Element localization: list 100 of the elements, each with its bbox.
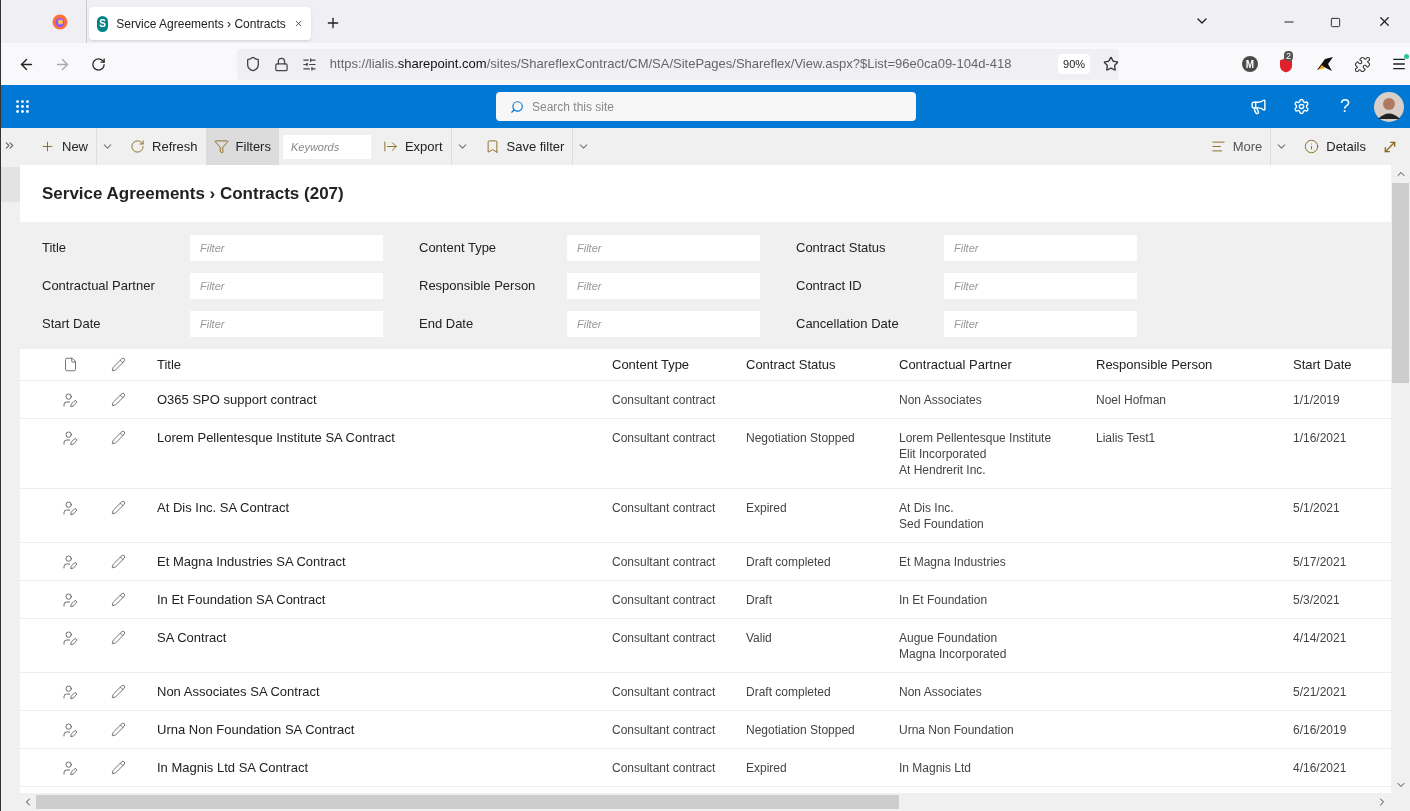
extension-icon[interactable] (1354, 55, 1371, 73)
filter-field[interactable]: Filter (944, 235, 1137, 261)
pencil-icon[interactable] (111, 760, 126, 775)
command-button[interactable]: Export (374, 128, 451, 165)
command-button[interactable]: Filters (205, 128, 279, 165)
menu-icon[interactable] (1391, 56, 1407, 72)
extension-icon[interactable]: M (1242, 56, 1258, 72)
filter-field[interactable]: Filter (190, 235, 383, 261)
table-cell-text: Sed Foundation (899, 516, 985, 532)
url-text: https://lialis.sharepoint.com/sites/ShareflexContract/CM/SA/SitePages/Shareflex/View.aspx?$List=96e0ca09-104d-418 (329, 55, 1013, 74)
reload-icon[interactable] (91, 56, 106, 72)
table-row[interactable]: Lorem Pellentesque Institute SA Contract Consultant contract Negotiation Stopped Lorem Pellentesque Institute Elit Incorporated At Hendrerit Inc. Lialis Test1 1/16/2021 (20, 419, 1391, 489)
user-pen-icon[interactable] (62, 500, 78, 516)
filter-label: Responsible Person (418, 277, 537, 296)
table-cell: Draft completed (746, 555, 831, 569)
pencil-icon[interactable] (111, 684, 126, 699)
expand-nav-icon[interactable] (3, 139, 16, 152)
filter-field[interactable]: Filter (944, 311, 1137, 337)
pencil-icon[interactable] (111, 392, 126, 407)
column-header[interactable]: Content Type (600, 354, 734, 375)
filter-label: Start Date (42, 315, 102, 334)
maximize-icon[interactable] (1330, 17, 1341, 28)
table-cell-text: Non Associates (899, 684, 983, 700)
table-cell-text: 4/14/2021 (1292, 630, 1348, 647)
table-row[interactable]: Et Magna Industries SA Contract Consultant contract Draft completed Et Magna Industries 5/17/2021 (20, 543, 1391, 581)
user-pen-icon[interactable] (62, 554, 78, 570)
browser-tab[interactable]: S Service Agreements › Contracts (89, 7, 311, 40)
bookmark-star-icon[interactable] (1103, 56, 1119, 72)
table-cell-text: 5/1/2021 (1292, 500, 1341, 517)
new-tab-icon[interactable] (325, 15, 341, 31)
table-cell-text: 1/16/2021 (1292, 430, 1348, 447)
table-cell-text: 5/17/2021 (1292, 554, 1348, 570)
avatar-icon[interactable] (1374, 91, 1404, 122)
command-button[interactable]: Refresh (122, 128, 206, 165)
user-pen-icon[interactable] (62, 630, 78, 646)
table-cell-text: Consultant contract (611, 630, 717, 647)
filter-label: End Date (418, 315, 475, 334)
filter-label: Contract Status (795, 239, 887, 258)
filter-label: Content Type (418, 239, 498, 258)
user-pen-icon[interactable] (62, 392, 78, 408)
filter-field[interactable]: Filter (567, 273, 760, 299)
filter-field[interactable]: Filter (944, 273, 1137, 299)
address-bar[interactable]: https://lialis.sharepoint.com/sites/ShareflexContract/CM/SA/SitePages/Shareflex/View.aspx?$List=96e0ca09-104d-418 90% (237, 48, 1119, 80)
table-cell-text: Consultant contract (611, 760, 717, 776)
app-launcher-icon[interactable] (14, 98, 31, 115)
vertical-scrollbar[interactable] (1391, 165, 1410, 811)
permissions-icon (301, 56, 317, 72)
table-row[interactable]: SA Contract Consultant contract Valid Augue Foundation Magna Incorporated 4/14/2021 (20, 619, 1391, 673)
table-cell-text: At Hendrerit Inc. (899, 462, 987, 478)
command-button[interactable]: Details (1296, 128, 1374, 165)
megaphone-icon[interactable] (1250, 98, 1267, 115)
table-row[interactable]: O365 SPO support contract Consultant contract Non Associates Noel Hofman 1/1/2019 (20, 381, 1391, 419)
close-window-icon[interactable] (1377, 14, 1392, 29)
pencil-icon[interactable] (111, 630, 126, 645)
table-row[interactable]: In Magnis Ltd SA Contract Consultant contract Expired In Magnis Ltd 4/16/2021 (20, 749, 1391, 787)
table-row[interactable]: At Dis Inc. SA Contract Consultant contract Expired At Dis Inc. Sed Foundation 5/1/2021 (20, 489, 1391, 543)
shield-icon (245, 56, 261, 72)
column-header[interactable]: Title (145, 354, 600, 375)
page-heading: Service Agreements › Contracts (207) (42, 182, 344, 205)
pencil-icon[interactable] (111, 430, 126, 445)
column-header[interactable]: Contract Status (734, 354, 887, 375)
table-row[interactable]: Urna Non Foundation SA Contract Consultant contract Negotiation Stopped Urna Non Foundation 6/16/2019 (20, 711, 1391, 749)
command-button[interactable]: Save filter (476, 128, 573, 165)
table-row[interactable]: Non Associates SA Contract Consultant contract Draft completed Non Associates 5/21/2021 (20, 673, 1391, 711)
table-cell-text: Magna Incorporated (899, 646, 1008, 662)
command-button[interactable]: More (1202, 128, 1271, 165)
table-cell-text: 4/16/2021 (1292, 760, 1348, 776)
info-icon (1304, 139, 1320, 154)
lock-icon (273, 56, 289, 72)
pencil-icon[interactable] (111, 722, 126, 737)
help-button[interactable]: ? (1340, 93, 1350, 120)
column-header[interactable]: Start Date (1281, 354, 1391, 375)
column-header[interactable]: Responsible Person (1084, 354, 1281, 375)
table-row[interactable]: In Et Foundation SA Contract Consultant contract Draft In Et Foundation 5/3/2021 (20, 581, 1391, 619)
user-pen-icon[interactable] (62, 684, 78, 700)
column-header[interactable]: Contractual Partner (887, 354, 1084, 375)
user-pen-icon[interactable] (62, 430, 78, 446)
pencil-icon[interactable] (111, 500, 126, 515)
table-cell-text: Augue Foundation (899, 630, 999, 646)
browser-logo-icon[interactable] (52, 13, 68, 30)
filter-field[interactable]: Filter (567, 311, 760, 337)
filter-field[interactable]: Filter (567, 235, 760, 261)
table-cell-text: Urna Non Foundation (899, 722, 1015, 738)
keywords-field[interactable]: Keywords (282, 134, 371, 159)
pencil-icon (111, 357, 126, 372)
pencil-icon[interactable] (111, 554, 126, 569)
settings-icon[interactable] (1293, 98, 1310, 115)
filter-field[interactable]: Filter (190, 311, 383, 337)
title-cell-text: O365 SPO support contract (156, 392, 318, 408)
title-cell-text: Urna Non Foundation SA Contract (156, 722, 356, 738)
user-pen-icon[interactable] (62, 760, 78, 776)
command-button[interactable]: New (32, 128, 96, 165)
zoom-level[interactable]: 90% (1058, 53, 1091, 75)
filter-field[interactable]: Filter (190, 273, 383, 299)
extension-icon[interactable] (1316, 56, 1334, 72)
user-pen-icon[interactable] (62, 592, 78, 608)
filter-label: Contract ID (795, 277, 863, 296)
user-pen-icon[interactable] (62, 722, 78, 738)
table-cell: Lialis Test1 (1096, 431, 1156, 445)
pencil-icon[interactable] (111, 592, 126, 607)
